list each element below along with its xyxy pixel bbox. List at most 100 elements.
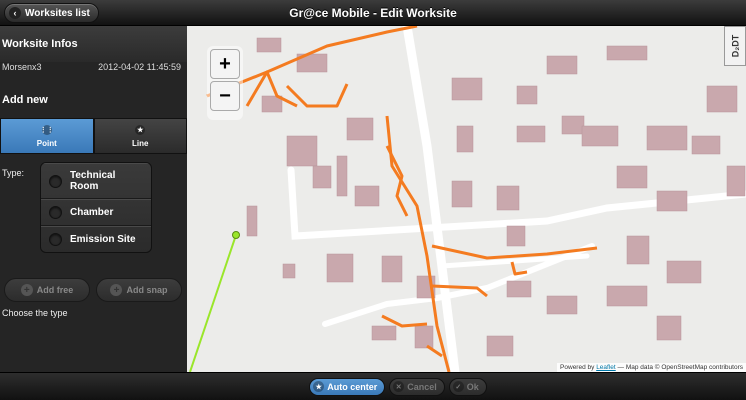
building bbox=[691, 135, 721, 155]
building bbox=[286, 135, 318, 167]
map-canvas[interactable] bbox=[187, 26, 746, 372]
close-icon: ✕ bbox=[393, 381, 405, 392]
plus-icon: + bbox=[110, 284, 123, 296]
building bbox=[656, 315, 682, 341]
type-option-emission-site[interactable]: Emission Site bbox=[41, 226, 151, 252]
add-snap-button[interactable]: + Add snap bbox=[96, 278, 182, 302]
star-icon: ★ bbox=[313, 381, 325, 392]
building bbox=[516, 125, 546, 143]
building bbox=[346, 117, 374, 141]
building bbox=[706, 85, 738, 113]
map-network bbox=[206, 26, 598, 372]
building bbox=[666, 260, 702, 284]
add-buttons-row: + Add free + Add snap bbox=[0, 278, 187, 302]
building bbox=[451, 77, 483, 101]
geometry-mode-selector: ⋮⋮ Point ★ Line bbox=[0, 118, 187, 154]
footer-toolbar: ★ Auto center ✕ Cancel ✓ Ok bbox=[0, 372, 746, 400]
building bbox=[246, 205, 258, 237]
worksite-infos-heading: Worksite Infos bbox=[0, 26, 187, 62]
building bbox=[626, 235, 650, 265]
building bbox=[506, 280, 532, 298]
add-snap-label: Add snap bbox=[126, 285, 168, 295]
building bbox=[256, 37, 282, 53]
network-segment bbox=[381, 314, 428, 328]
mode-point-label: Point bbox=[36, 138, 57, 148]
auto-center-label: Auto center bbox=[327, 381, 378, 392]
line-vertex-handle[interactable] bbox=[232, 231, 240, 239]
building bbox=[616, 165, 648, 189]
building bbox=[606, 45, 648, 61]
leaflet-link[interactable]: Leaflet bbox=[596, 364, 616, 371]
add-new-heading: Add new bbox=[2, 94, 48, 106]
type-option-chamber[interactable]: Chamber bbox=[41, 199, 151, 226]
building bbox=[561, 115, 585, 135]
logo-text: D₂DT bbox=[730, 34, 740, 58]
building bbox=[456, 125, 474, 153]
cancel-label: Cancel bbox=[407, 381, 437, 392]
map-buildings bbox=[246, 37, 746, 357]
building bbox=[496, 185, 520, 211]
app: ‹ Worksites list Gr@ce Mobile - Edit Wor… bbox=[0, 0, 746, 400]
add-free-label: Add free bbox=[36, 285, 74, 295]
map-view[interactable]: + − D₂DT Powered by Leaflet — Map data ©… bbox=[187, 26, 746, 372]
worksite-date: 2012-04-02 11:45:59 bbox=[98, 62, 181, 72]
zoom-out-button[interactable]: − bbox=[210, 81, 240, 111]
radio-icon[interactable] bbox=[49, 206, 62, 219]
mode-point-button[interactable]: ⋮⋮ Point bbox=[0, 118, 94, 154]
network-segment bbox=[426, 344, 443, 358]
mode-line-button[interactable]: ★ Line bbox=[93, 118, 187, 154]
building bbox=[326, 253, 354, 283]
mode-line-label: Line bbox=[132, 138, 149, 148]
network-segment bbox=[510, 261, 528, 276]
building bbox=[726, 165, 746, 197]
building bbox=[486, 335, 514, 357]
type-option-label: Chamber bbox=[70, 207, 114, 218]
worksite-name: Morsenx3 bbox=[2, 62, 42, 72]
add-free-button[interactable]: + Add free bbox=[4, 278, 90, 302]
ok-label: Ok bbox=[466, 381, 479, 392]
building bbox=[606, 285, 648, 307]
type-label: Type: bbox=[2, 168, 25, 178]
sidebar: Worksite Infos Morsenx3 2012-04-02 11:45… bbox=[0, 26, 187, 372]
plus-icon: + bbox=[20, 284, 33, 296]
building bbox=[546, 55, 578, 75]
building bbox=[546, 295, 578, 315]
attribution-prefix: Powered by bbox=[560, 364, 595, 371]
header-bar: ‹ Worksites list Gr@ce Mobile - Edit Wor… bbox=[0, 0, 746, 26]
hint-text: Choose the type bbox=[2, 308, 68, 318]
type-option-technical-room[interactable]: Technical Room bbox=[41, 163, 151, 199]
radio-icon[interactable] bbox=[49, 233, 62, 246]
building bbox=[646, 125, 688, 151]
building bbox=[414, 325, 434, 349]
building bbox=[506, 225, 526, 247]
type-radio-list: Technical Room Chamber Emission Site bbox=[40, 162, 152, 253]
building bbox=[656, 190, 688, 212]
building bbox=[371, 325, 397, 341]
network-segment bbox=[285, 83, 349, 108]
type-option-label: Emission Site bbox=[70, 234, 136, 245]
building bbox=[581, 125, 619, 147]
type-selector: Type: Technical Room Chamber Emission Si… bbox=[0, 160, 187, 272]
grid-icon: ⋮⋮ bbox=[39, 124, 54, 135]
building bbox=[516, 85, 538, 105]
star-icon: ★ bbox=[135, 124, 146, 135]
cancel-button[interactable]: ✕ Cancel bbox=[389, 377, 445, 396]
ok-button[interactable]: ✓ Ok bbox=[448, 377, 487, 396]
building bbox=[381, 255, 403, 283]
auto-center-button[interactable]: ★ Auto center bbox=[309, 377, 386, 396]
building bbox=[336, 155, 348, 197]
radio-icon[interactable] bbox=[49, 174, 62, 188]
page-title: Gr@ce Mobile - Edit Worksite bbox=[289, 6, 457, 20]
building bbox=[354, 185, 380, 207]
building bbox=[312, 165, 332, 189]
map-attribution: Powered by Leaflet — Map data © OpenStre… bbox=[557, 363, 746, 372]
zoom-in-button[interactable]: + bbox=[210, 49, 240, 79]
building bbox=[282, 263, 296, 279]
check-icon: ✓ bbox=[452, 381, 464, 392]
drawn-line bbox=[189, 234, 237, 372]
logo: D₂DT bbox=[724, 26, 746, 66]
attribution-suffix: — Map data © OpenStreetMap contributors bbox=[617, 364, 743, 371]
zoom-control: + − bbox=[207, 46, 243, 120]
type-option-label: Technical Room bbox=[70, 170, 116, 192]
worksite-info-row: Morsenx3 2012-04-02 11:45:59 bbox=[0, 62, 187, 78]
